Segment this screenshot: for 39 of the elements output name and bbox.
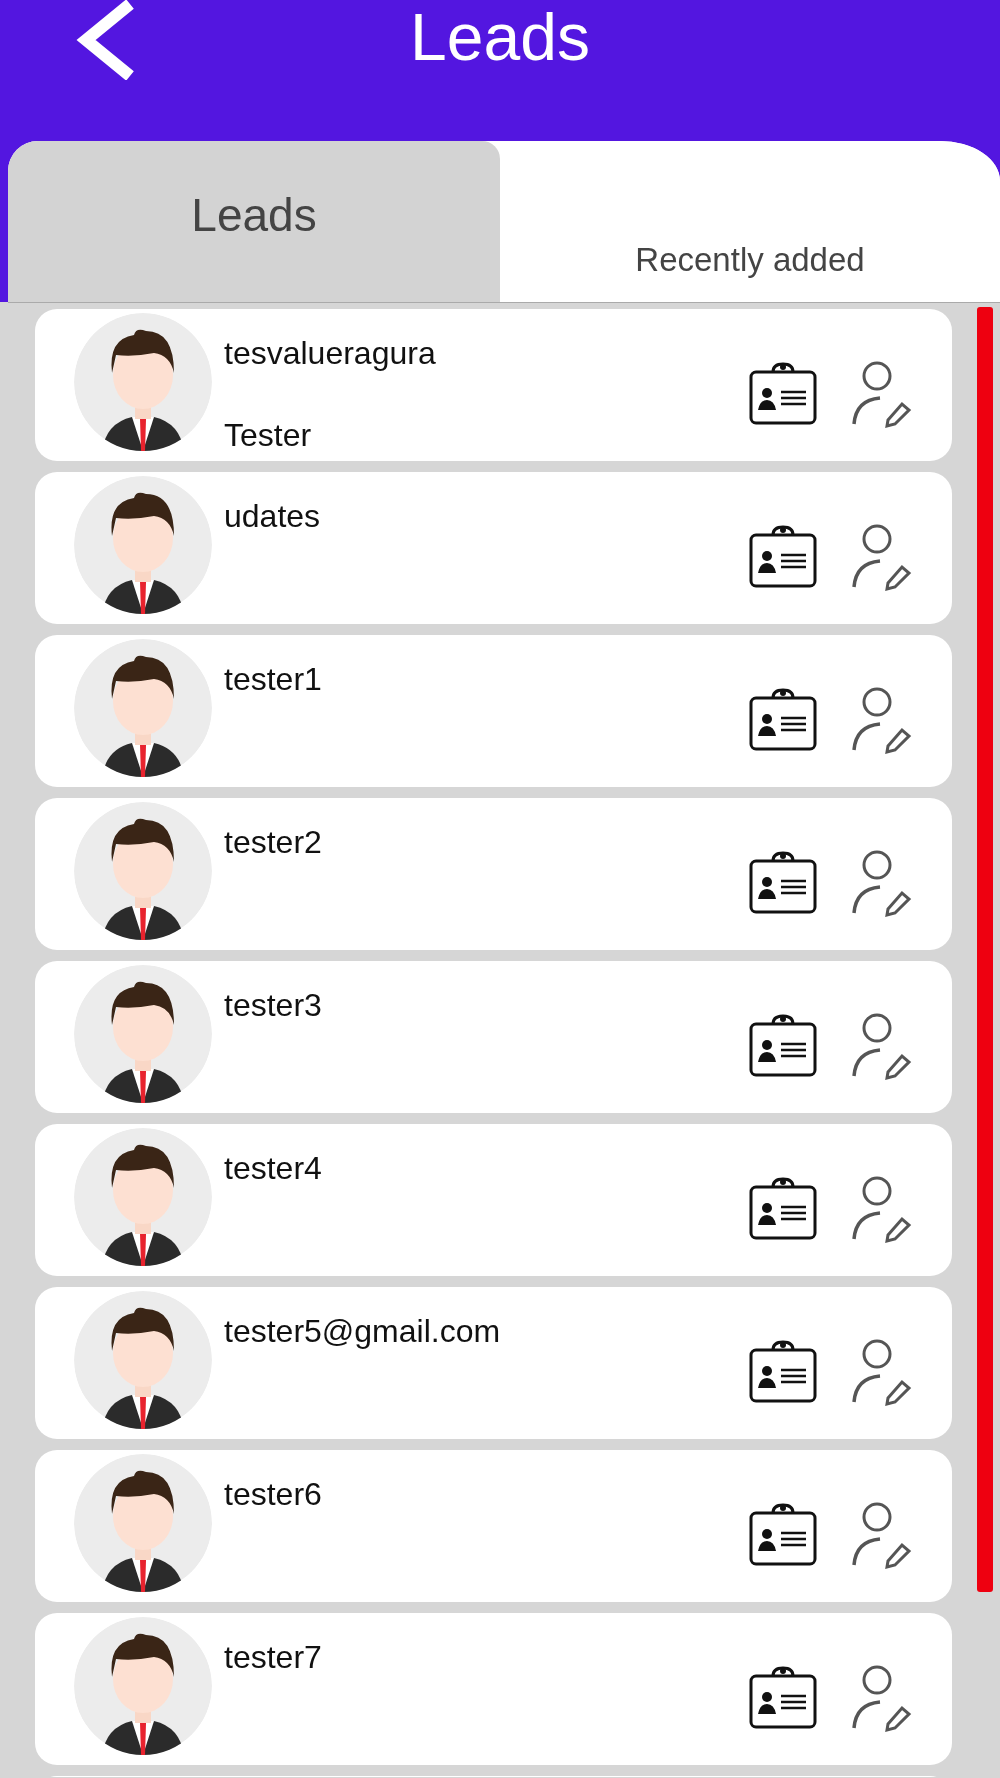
contact-card-button[interactable] (748, 1175, 818, 1241)
lead-name: tester2 (224, 823, 322, 862)
lead-card[interactable]: tester4 (35, 1124, 952, 1276)
lead-name: udates (224, 497, 321, 536)
id-card-icon (748, 360, 818, 426)
lead-card[interactable]: udates (35, 472, 952, 624)
lead-card[interactable]: tester1 (35, 635, 952, 787)
id-card-icon (748, 1012, 818, 1078)
lead-role: Tester (224, 416, 312, 455)
contact-card-button[interactable] (748, 523, 818, 589)
id-card-icon (748, 523, 818, 589)
lead-name: tesvalueragura (224, 334, 436, 373)
contact-card-button[interactable] (748, 360, 818, 426)
lead-card[interactable]: tester5@gmail.com (35, 1287, 952, 1439)
id-card-icon (748, 1338, 818, 1404)
id-card-icon (748, 686, 818, 752)
lead-card[interactable]: tester6 (35, 1450, 952, 1602)
id-card-icon (748, 849, 818, 915)
contact-card-button[interactable] (748, 686, 818, 752)
page-title: Leads (410, 4, 590, 70)
lead-name: tester3 (224, 986, 322, 1025)
lead-card[interactable]: tester7 (35, 1613, 952, 1765)
lead-name: tester1 (224, 660, 322, 699)
lead-card[interactable]: tester2 (35, 798, 952, 950)
contact-card-button[interactable] (748, 849, 818, 915)
lead-name: tester5@gmail.com (224, 1312, 501, 1351)
contact-card-button[interactable] (748, 1338, 818, 1404)
id-card-icon (748, 1175, 818, 1241)
contact-card-button[interactable] (748, 1501, 818, 1567)
lead-name: tester4 (224, 1149, 322, 1188)
id-card-icon (748, 1664, 818, 1730)
lead-name: tester7 (224, 1638, 322, 1677)
id-card-icon (748, 1501, 818, 1567)
scrollbar[interactable] (977, 307, 993, 1592)
lead-name: tester6 (224, 1475, 322, 1514)
contact-card-button[interactable] (748, 1012, 818, 1078)
tab[interactable]: Leads (8, 141, 500, 302)
lead-card[interactable]: tester3 (35, 961, 952, 1113)
contact-card-button[interactable] (748, 1664, 818, 1730)
